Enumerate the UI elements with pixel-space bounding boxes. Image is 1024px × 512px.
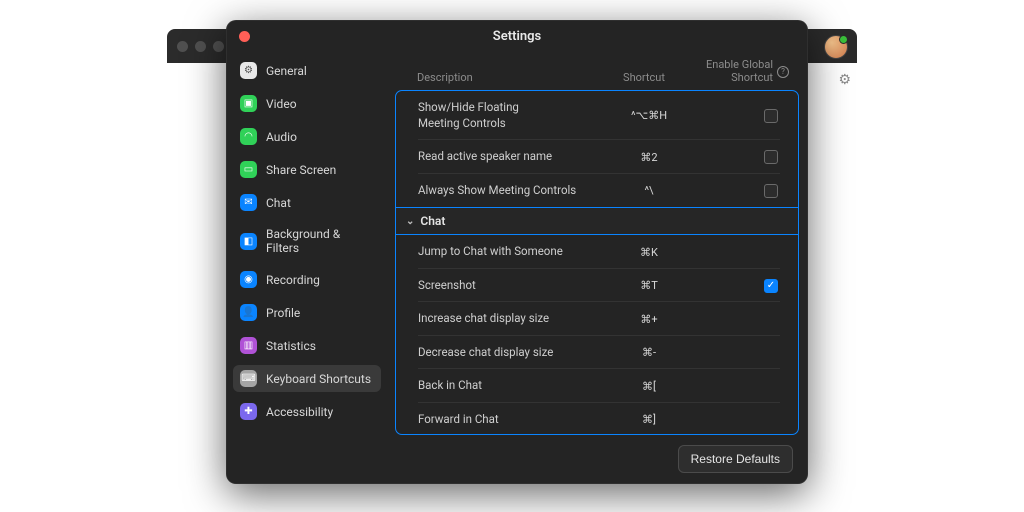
enable-global-checkbox[interactable] [764, 109, 778, 123]
shortcut-description: Always Show Meeting Controls [418, 183, 604, 199]
help-icon[interactable]: ? [777, 66, 789, 78]
sidebar-item-label: General [266, 64, 307, 78]
shortcut-keys[interactable]: ⌘T [604, 279, 694, 292]
general-icon: ⚙ [240, 62, 257, 79]
col-shortcut: Shortcut [599, 71, 689, 84]
shortcut-description: Screenshot [418, 278, 604, 294]
shortcut-row[interactable]: Always Show Meeting Controls^\ [396, 174, 798, 208]
sidebar-item-label: Recording [266, 273, 320, 287]
col-description: Description [417, 71, 599, 84]
shortcut-row[interactable]: Screenshot⌘T ✓ [396, 269, 798, 303]
sidebar-item-share-screen[interactable]: ▭ Share Screen [233, 156, 381, 183]
sidebar-item-accessibility[interactable]: ✚ Accessibility [233, 398, 381, 425]
settings-window: Settings ⚙ General ▣ Video ◠ Audio ▭ Share Scre… [226, 20, 808, 484]
shortcut-row[interactable]: Show/Hide FloatingMeeting Controls^⌥⌘H [396, 91, 798, 140]
sidebar-item-recording[interactable]: ◉ Recording [233, 266, 381, 293]
sidebar-item-keyboard-shortcuts[interactable]: ⌨ Keyboard Shortcuts [233, 365, 381, 392]
shortcut-row[interactable]: Read active speaker name⌘2 [396, 140, 798, 174]
column-headers: Description Shortcut Enable Global Short… [387, 51, 807, 90]
section-label: Chat [420, 214, 445, 228]
shortcut-keys[interactable]: ^⌥⌘H [604, 109, 694, 122]
shortcut-row[interactable]: Jump to Chat with Someone⌘K [396, 235, 798, 269]
shortcut-keys[interactable]: ^\ [604, 184, 694, 197]
sidebar-item-label: Accessibility [266, 405, 333, 419]
background-traffic-lights [177, 41, 224, 52]
chat-icon: ✉ [240, 194, 257, 211]
audio-icon: ◠ [240, 128, 257, 145]
shortcut-description: Jump to Chat with Someone [418, 244, 604, 260]
sidebar-item-video[interactable]: ▣ Video [233, 90, 381, 117]
shortcut-keys[interactable]: ⌘- [604, 346, 694, 359]
enable-global-checkbox[interactable]: ✓ [764, 279, 778, 293]
shortcut-keys[interactable]: ⌘] [604, 413, 694, 426]
statistics-icon: ▥ [240, 337, 257, 354]
shortcut-description: Increase chat display size [418, 311, 604, 327]
shortcut-description: Forward in Chat [418, 412, 604, 428]
share-screen-icon: ▭ [240, 161, 257, 178]
enable-global-checkbox[interactable] [764, 184, 778, 198]
sidebar-item-background-filters[interactable]: ◧ Background & Filters [233, 222, 381, 260]
sidebar-item-statistics[interactable]: ▥ Statistics [233, 332, 381, 359]
shortcut-keys[interactable]: ⌘K [604, 246, 694, 259]
shortcut-row[interactable]: Back in Chat⌘[ [396, 369, 798, 403]
sidebar-item-label: Video [266, 97, 297, 111]
shortcut-row[interactable]: Forward in Chat⌘] [396, 403, 798, 435]
sidebar-item-label: Profile [266, 306, 300, 320]
sidebar-item-label: Statistics [266, 339, 316, 353]
background-filters-icon: ◧ [240, 233, 257, 250]
sidebar-item-audio[interactable]: ◠ Audio [233, 123, 381, 150]
restore-defaults-button[interactable]: Restore Defaults [678, 445, 793, 473]
sidebar-item-label: Audio [266, 130, 297, 144]
sidebar-item-profile[interactable]: 👤 Profile [233, 299, 381, 326]
traffic-dot-disabled [195, 41, 206, 52]
chevron-down-icon: ⌄ [406, 216, 414, 227]
close-icon[interactable] [239, 31, 250, 42]
shortcut-description: Show/Hide FloatingMeeting Controls [418, 100, 604, 131]
traffic-dot-disabled [213, 41, 224, 52]
recording-icon: ◉ [240, 271, 257, 288]
section-header-chat[interactable]: ⌄ Chat [396, 207, 798, 235]
traffic-dot-disabled [177, 41, 188, 52]
shortcut-description: Read active speaker name [418, 149, 604, 165]
profile-icon: 👤 [240, 304, 257, 321]
col-enable-global: Enable Global Shortcut ? [706, 59, 789, 84]
gear-icon[interactable]: ⚙ [838, 72, 851, 88]
accessibility-icon: ✚ [240, 403, 257, 420]
sidebar-item-label: Background & Filters [266, 227, 374, 255]
footer: Restore Defaults [387, 435, 807, 483]
titlebar: Settings [227, 21, 807, 51]
shortcut-row[interactable]: Decrease chat display size⌘- [396, 336, 798, 370]
content-pane: Description Shortcut Enable Global Short… [387, 51, 807, 483]
shortcut-row[interactable]: Increase chat display size⌘+ [396, 302, 798, 336]
sidebar-item-chat[interactable]: ✉ Chat [233, 189, 381, 216]
keyboard-shortcuts-icon: ⌨ [240, 370, 257, 387]
sidebar-item-general[interactable]: ⚙ General [233, 57, 381, 84]
shortcut-keys[interactable]: ⌘2 [604, 151, 694, 164]
shortcut-keys[interactable]: ⌘+ [604, 313, 694, 326]
sidebar: ⚙ General ▣ Video ◠ Audio ▭ Share Screen ✉ Chat ◧ B… [227, 51, 387, 483]
avatar[interactable] [824, 35, 848, 59]
window-title: Settings [493, 29, 541, 44]
video-icon: ▣ [240, 95, 257, 112]
sidebar-item-label: Chat [266, 196, 291, 210]
enable-global-checkbox[interactable] [764, 150, 778, 164]
shortcut-description: Back in Chat [418, 378, 604, 394]
shortcut-list: Show/Hide FloatingMeeting Controls^⌥⌘HRe… [395, 90, 799, 435]
shortcut-description: Decrease chat display size [418, 345, 604, 361]
shortcut-keys[interactable]: ⌘[ [604, 380, 694, 393]
sidebar-item-label: Share Screen [266, 163, 336, 177]
sidebar-item-label: Keyboard Shortcuts [266, 372, 371, 386]
